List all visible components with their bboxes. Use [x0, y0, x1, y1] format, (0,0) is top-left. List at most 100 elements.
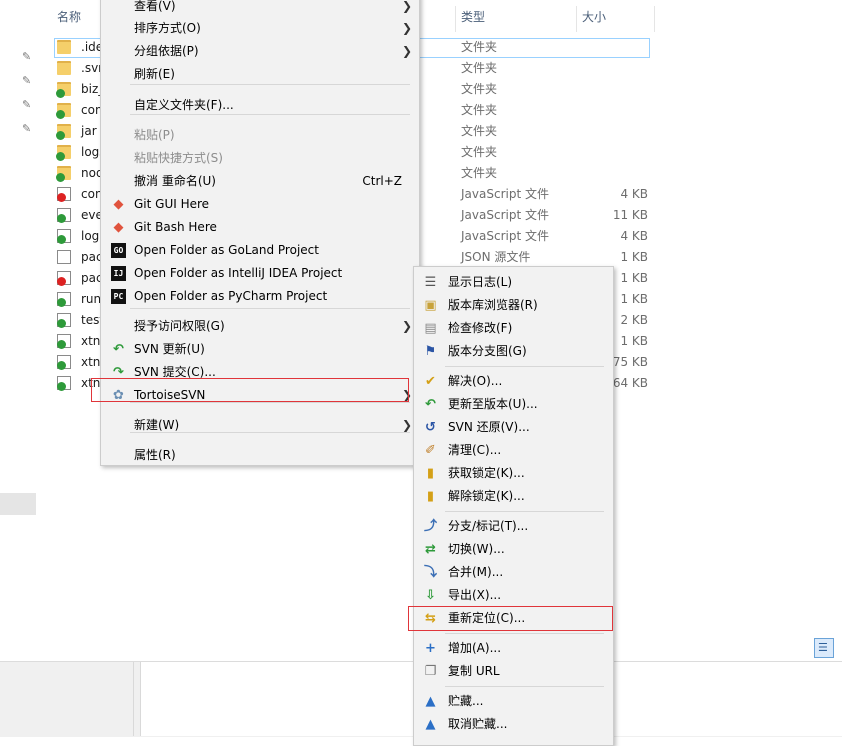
column-header-type[interactable]: 类型	[461, 0, 485, 34]
menu-item-label: 分支/标记(T)...	[448, 519, 529, 533]
column-separator[interactable]	[576, 6, 577, 32]
menu-item-cleanup[interactable]: ✐ 清理(C)...	[413, 439, 614, 462]
menu-item-export[interactable]: ⇩ 导出(X)...	[413, 584, 614, 607]
menu-item-label: 更新至版本(U)...	[448, 397, 538, 411]
menu-separator	[445, 366, 604, 367]
menu-item-sort-by[interactable]: 排序方式(O) ❯	[100, 17, 420, 40]
file-type: JavaScript 文件	[461, 187, 549, 201]
js-file-icon	[57, 376, 71, 391]
folder-icon	[56, 145, 71, 161]
menu-separator	[130, 402, 410, 403]
menu-item-show-log[interactable]: ☰ 显示日志(L)	[413, 271, 614, 294]
menu-item-release-lock[interactable]: ▮ 解除锁定(K)...	[413, 485, 614, 508]
file-size: 4 KB	[620, 229, 648, 243]
svn-normal-overlay-icon	[57, 382, 66, 391]
menu-item-repo-browser[interactable]: ▣ 版本库浏览器(R)	[413, 294, 614, 317]
menu-item-label: 复制 URL	[448, 664, 500, 678]
menu-item-undo-rename[interactable]: 撤消 重命名(U) Ctrl+Z	[100, 170, 420, 193]
menu-item-view[interactable]: 查看(V) ❯	[100, 0, 420, 18]
menu-item-label: 解除锁定(K)...	[448, 489, 525, 503]
menu-separator	[130, 308, 410, 309]
menu-item-new[interactable]: 新建(W) ❯	[100, 414, 420, 437]
menu-separator	[445, 686, 604, 687]
menu-item-check-modifications[interactable]: ▤ 检查修改(F)	[413, 317, 614, 340]
file-type: 文件夹	[461, 124, 498, 138]
js-file-icon	[57, 355, 71, 370]
js-file-icon	[57, 187, 71, 202]
menu-item-label: 授予访问权限(G)	[134, 319, 225, 333]
menu-item-svn-revert[interactable]: ↺ SVN 还原(V)...	[413, 416, 614, 439]
menu-item-git-gui-here[interactable]: ◆ Git GUI Here	[100, 193, 420, 216]
menu-item-group-by[interactable]: 分组依据(P) ❯	[100, 40, 420, 63]
json-file-icon	[57, 271, 71, 286]
intellij-icon: IJ	[111, 266, 126, 281]
repo-browser-icon: ▣	[424, 298, 437, 313]
menu-item-paste-shortcut[interactable]: 粘贴快捷方式(S)	[100, 147, 420, 170]
menu-item-label: Open Folder as IntelliJ IDEA Project	[134, 266, 343, 280]
svn-normal-overlay-icon	[57, 214, 66, 223]
folder-icon	[57, 40, 71, 54]
menu-item-update-to-revision[interactable]: ↶ 更新至版本(U)...	[413, 393, 614, 416]
menu-item-open-goland[interactable]: GO Open Folder as GoLand Project	[100, 239, 420, 262]
pin-icon: ✎	[22, 50, 32, 63]
column-header-name[interactable]: 名称	[57, 0, 81, 34]
file-size: 4 KB	[620, 187, 648, 201]
menu-item-paste[interactable]: 粘贴(P)	[100, 124, 420, 147]
show-log-icon: ☰	[424, 275, 437, 290]
file-type: 文件夹	[461, 166, 498, 180]
menu-item-label: 刷新(E)	[134, 67, 175, 81]
menu-item-label: 取消贮藏...	[448, 717, 508, 731]
quick-access-pins: ✎ ✎ ✎ ✎	[0, 0, 40, 660]
file-type: JavaScript 文件	[461, 208, 549, 222]
svn-conflict-overlay-icon	[57, 277, 66, 286]
add-icon: +	[425, 641, 436, 656]
menu-item-branch-tag[interactable]: ⤴ 分支/标记(T)...	[413, 515, 614, 538]
chevron-right-icon: ❯	[402, 44, 413, 58]
menu-item-give-access[interactable]: 授予访问权限(G) ❯	[100, 315, 420, 338]
menu-item-unshelve[interactable]: ▲ 取消贮藏...	[413, 713, 614, 736]
nav-pane-selected-item[interactable]	[0, 493, 36, 515]
menu-item-copy-url[interactable]: ❐ 复制 URL	[413, 660, 614, 683]
column-separator[interactable]	[654, 6, 655, 32]
menu-item-revision-graph[interactable]: ⚑ 版本分支图(G)	[413, 340, 614, 363]
menu-item-switch[interactable]: ⇄ 切换(W)...	[413, 538, 614, 561]
menu-item-label: 显示日志(L)	[448, 275, 513, 289]
menu-separator	[130, 114, 410, 115]
menu-item-label: 合并(M)...	[448, 565, 504, 579]
menu-item-svn-update[interactable]: ↶ SVN 更新(U)	[100, 338, 420, 361]
pin-icon: ✎	[22, 98, 32, 111]
column-separator[interactable]	[455, 6, 456, 32]
chevron-right-icon: ❯	[402, 21, 413, 35]
menu-item-label: Open Folder as GoLand Project	[134, 243, 319, 257]
details-view-icon: ☰	[818, 641, 828, 654]
menu-item-shelve[interactable]: ▲ 贮藏...	[413, 690, 614, 713]
details-view-button[interactable]: ☰	[814, 638, 834, 658]
svn-normal-overlay-icon	[57, 340, 66, 349]
highlight-relocate	[408, 606, 613, 631]
menu-item-git-bash-here[interactable]: ◆ Git Bash Here	[100, 216, 420, 239]
file-type: 文件夹	[461, 145, 498, 159]
file-type: 文件夹	[461, 82, 498, 96]
release-lock-icon: ▮	[426, 489, 435, 504]
js-file-icon	[57, 229, 71, 244]
pycharm-icon: PC	[111, 289, 126, 304]
menu-item-add[interactable]: + 增加(A)...	[413, 637, 614, 660]
menu-item-properties[interactable]: 属性(R)	[100, 444, 420, 467]
check-modifications-icon: ▤	[424, 321, 437, 336]
menu-item-refresh[interactable]: 刷新(E)	[100, 63, 420, 86]
export-icon: ⇩	[425, 588, 436, 603]
menu-item-label: 检查修改(F)	[448, 321, 513, 335]
revision-graph-icon: ⚑	[424, 344, 437, 359]
goland-icon: GO	[111, 243, 126, 258]
menu-item-open-pycharm[interactable]: PC Open Folder as PyCharm Project	[100, 285, 420, 308]
menu-item-merge[interactable]: ⤵ 合并(M)...	[413, 561, 614, 584]
menu-item-label: Open Folder as PyCharm Project	[134, 289, 328, 303]
menu-item-resolve[interactable]: ✔ 解决(O)...	[413, 370, 614, 393]
column-header-size[interactable]: 大小	[582, 0, 606, 34]
menu-item-get-lock[interactable]: ▮ 获取锁定(K)...	[413, 462, 614, 485]
branch-tag-icon: ⤴	[423, 519, 437, 534]
menu-item-label: 增加(A)...	[448, 641, 502, 655]
svn-normal-overlay-icon	[57, 298, 66, 307]
file-type: JavaScript 文件	[461, 229, 549, 243]
menu-item-open-intellij[interactable]: IJ Open Folder as IntelliJ IDEA Project	[100, 262, 420, 285]
